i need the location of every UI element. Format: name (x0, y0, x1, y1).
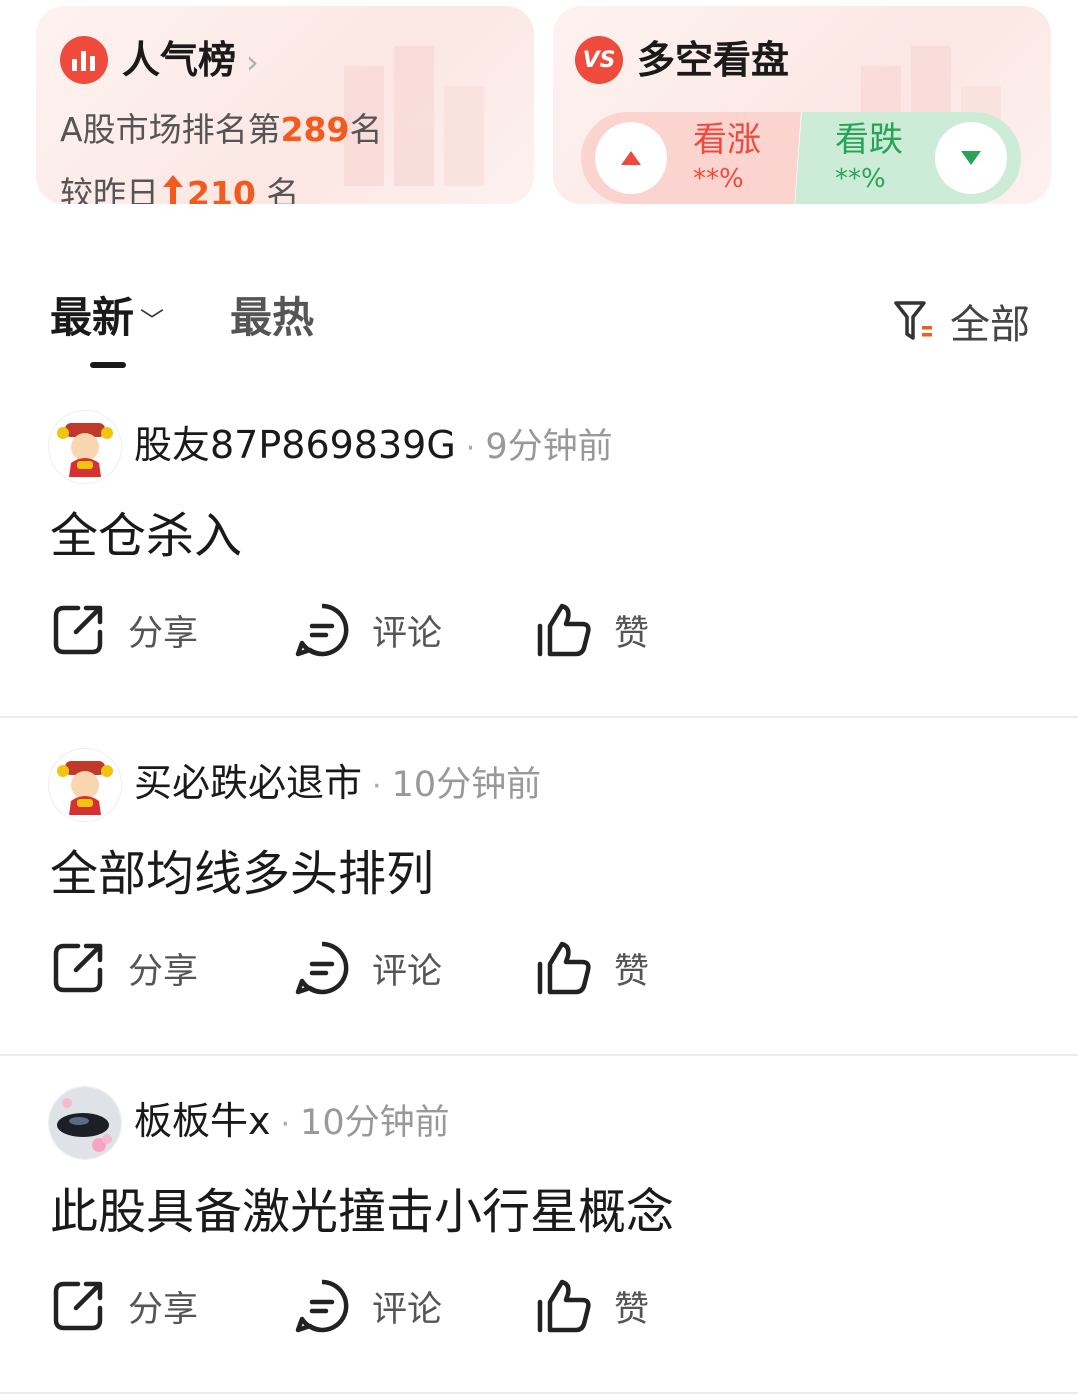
share-button[interactable]: 分享 (50, 598, 198, 662)
post-time: 9分钟前 (485, 427, 613, 467)
post-actions: 分享 评论 赞 (50, 1274, 750, 1338)
triangle-down-icon (935, 122, 1007, 194)
vote-bar: 看涨 **% 看跌 **% (581, 112, 1021, 204)
rank-change-value: 210 (187, 174, 256, 204)
bull-label: 看涨 (693, 120, 761, 160)
comment-icon (295, 941, 349, 995)
vs-icon: VS (575, 36, 623, 84)
post-header: 买必跌必退市 · 10分钟前 (134, 758, 541, 812)
author-name[interactable]: 板板牛x (134, 1099, 271, 1143)
post-item[interactable]: 板板牛x · 10分钟前 此股具备激光撞击小行星概念 分享 评论 赞 (0, 1056, 1078, 1394)
author-name[interactable]: 买必跌必退市 (134, 761, 362, 805)
market-rank: A股市场排名第289名 (60, 110, 383, 149)
triangle-up-icon (595, 122, 667, 194)
comment-icon (295, 603, 349, 657)
chevron-down-icon: ﹀ (140, 306, 165, 335)
share-button[interactable]: 分享 (50, 936, 198, 1000)
rank-change: 较昨日 210 名 (60, 172, 299, 204)
bear-percent: **% (835, 164, 886, 194)
post-content[interactable]: 全仓杀入 (50, 504, 242, 568)
post-actions: 分享 评论 赞 (50, 598, 750, 662)
post-actions: 分享 评论 赞 (50, 936, 750, 1000)
post-item[interactable]: 股友87P869839G · 9分钟前 全仓杀入 分享 评论 赞 (0, 380, 1078, 718)
active-tab-indicator (90, 362, 126, 368)
thumbs-up-icon (537, 941, 591, 995)
avatar[interactable] (48, 410, 122, 484)
bar-chart-icon (60, 36, 108, 84)
rank-value: 289 (280, 110, 350, 149)
like-button[interactable]: 赞 (536, 598, 649, 662)
popularity-card[interactable]: 人气榜 › A股市场排名第289名 较昨日 210 名 (36, 6, 534, 204)
post-content[interactable]: 全部均线多头排列 (50, 842, 434, 906)
thumbs-up-icon (537, 603, 591, 657)
post-item[interactable]: 买必跌必退市 · 10分钟前 全部均线多头排列 分享 评论 赞 (0, 718, 1078, 1056)
thumbs-up-icon (537, 1279, 591, 1333)
sentiment-title: 多空看盘 (637, 38, 790, 82)
post-time: 10分钟前 (391, 765, 542, 805)
comment-button[interactable]: 评论 (294, 598, 442, 662)
share-button[interactable]: 分享 (50, 1274, 198, 1338)
avatar[interactable] (48, 1086, 122, 1160)
post-header: 股友87P869839G · 9分钟前 (134, 420, 613, 474)
filter-icon (894, 301, 932, 340)
comment-button[interactable]: 评论 (294, 1274, 442, 1338)
bear-label: 看跌 (835, 120, 903, 160)
share-icon (53, 1281, 103, 1331)
chevron-right-icon: › (246, 43, 259, 81)
filter-label: 全部 (950, 302, 1030, 348)
like-button[interactable]: 赞 (536, 1274, 649, 1338)
feed-tabs: 最新 ﹀ 最热 全部 (50, 290, 1030, 368)
filter-button[interactable]: 全部 (892, 292, 1030, 350)
post-header: 板板牛x · 10分钟前 (134, 1096, 450, 1150)
tab-latest[interactable]: 最新 ﹀ (50, 290, 164, 349)
separator-dot: · (372, 769, 382, 804)
comment-icon (295, 1279, 349, 1333)
bull-percent: **% (693, 164, 744, 194)
comment-button[interactable]: 评论 (294, 936, 442, 1000)
post-content[interactable]: 此股具备激光撞击小行星概念 (50, 1180, 674, 1244)
share-icon (53, 605, 103, 655)
separator-dot: · (280, 1107, 291, 1142)
arrow-up-icon (161, 173, 185, 204)
separator-dot: · (465, 431, 476, 466)
vote-bear-button[interactable]: 看跌 **% (795, 112, 1021, 204)
vote-bull-button[interactable]: 看涨 **% (581, 112, 801, 204)
like-button[interactable]: 赞 (536, 936, 649, 1000)
avatar[interactable] (48, 748, 122, 822)
popularity-title[interactable]: 人气榜 › (122, 36, 259, 86)
author-name[interactable]: 股友87P869839G (134, 423, 456, 467)
sentiment-card: VS 多空看盘 看涨 **% 看跌 **% (553, 6, 1051, 204)
post-time: 10分钟前 (300, 1103, 450, 1143)
tab-hot[interactable]: 最热 (230, 290, 314, 346)
share-icon (53, 943, 103, 993)
